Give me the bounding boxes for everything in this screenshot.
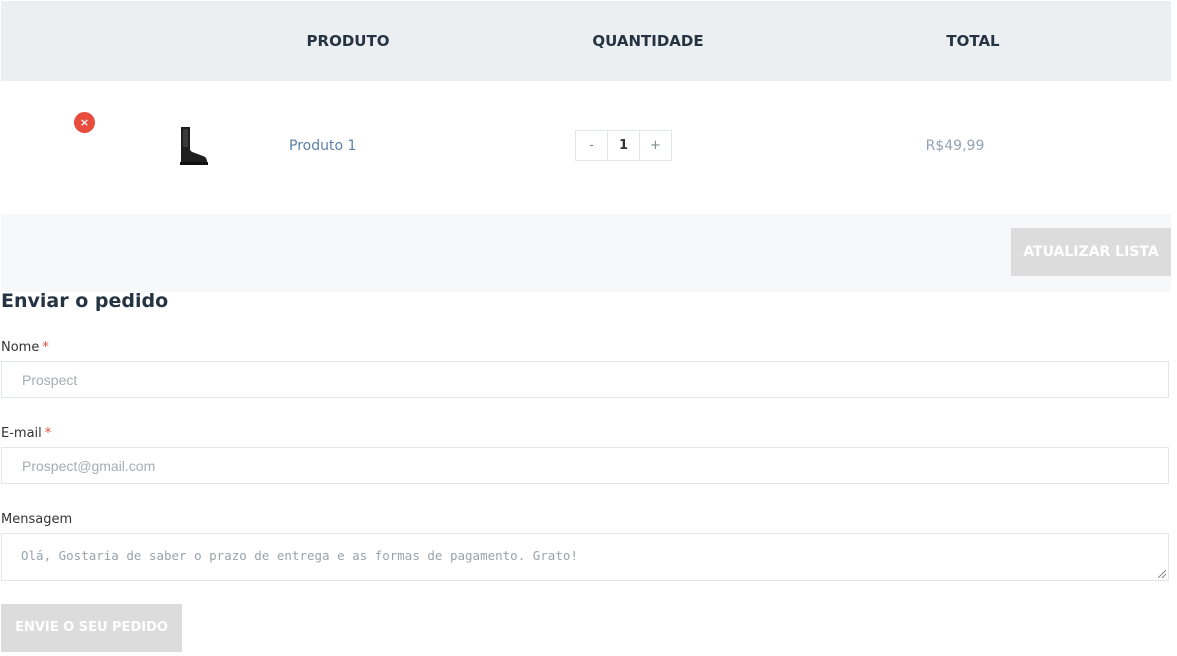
header-quantity: QUANTIDADE — [592, 32, 704, 50]
email-label-text: E-mail — [1, 426, 42, 441]
message-textarea[interactable]: Olá, Gostaria de saber o prazo de entreg… — [1, 533, 1169, 581]
quantity-stepper: - 1 + — [575, 130, 672, 161]
qty-increase-button[interactable]: + — [640, 131, 671, 160]
message-text: Olá, Gostaria de saber o prazo de entreg… — [21, 548, 578, 563]
cart-table-header: PRODUTO QUANTIDADE TOTAL — [1, 1, 1171, 81]
name-label: Nome * — [1, 340, 49, 355]
email-field[interactable]: Prospect@gmail.com — [1, 447, 1169, 484]
required-mark: * — [42, 340, 49, 355]
required-mark: * — [44, 426, 52, 441]
row-total-price: R$49,99 — [925, 138, 985, 154]
boot-icon[interactable] — [171, 123, 215, 167]
qty-input[interactable]: 1 — [607, 131, 640, 160]
name-label-text: Nome — [1, 340, 40, 355]
header-total: TOTAL — [946, 32, 1000, 50]
send-order-button[interactable]: ENVIE O SEU PEDIDO — [1, 604, 182, 652]
resize-handle-icon[interactable] — [1158, 570, 1166, 578]
update-list-button[interactable]: ATUALIZAR LISTA — [1011, 228, 1171, 276]
table-row: × Produto 1 - 1 + R$49,99 — [1, 81, 1171, 214]
qty-decrease-button[interactable]: - — [576, 131, 607, 160]
order-form: Enviar o pedido Nome * Prospect E-mail * P… — [1, 288, 1171, 652]
cart-actions-bar: ATUALIZAR LISTA — [1, 214, 1171, 292]
cart-table: PRODUTO QUANTIDADE TOTAL × Produto 1 - 1… — [1, 1, 1171, 292]
name-field[interactable]: Prospect — [1, 361, 1169, 398]
remove-item-button[interactable]: × — [74, 112, 95, 133]
form-title: Enviar o pedido — [1, 290, 169, 312]
header-product: PRODUTO — [306, 32, 390, 50]
email-label: E-mail * — [1, 426, 51, 441]
product-link[interactable]: Produto 1 — [289, 138, 356, 154]
message-label: Mensagem — [1, 512, 73, 527]
